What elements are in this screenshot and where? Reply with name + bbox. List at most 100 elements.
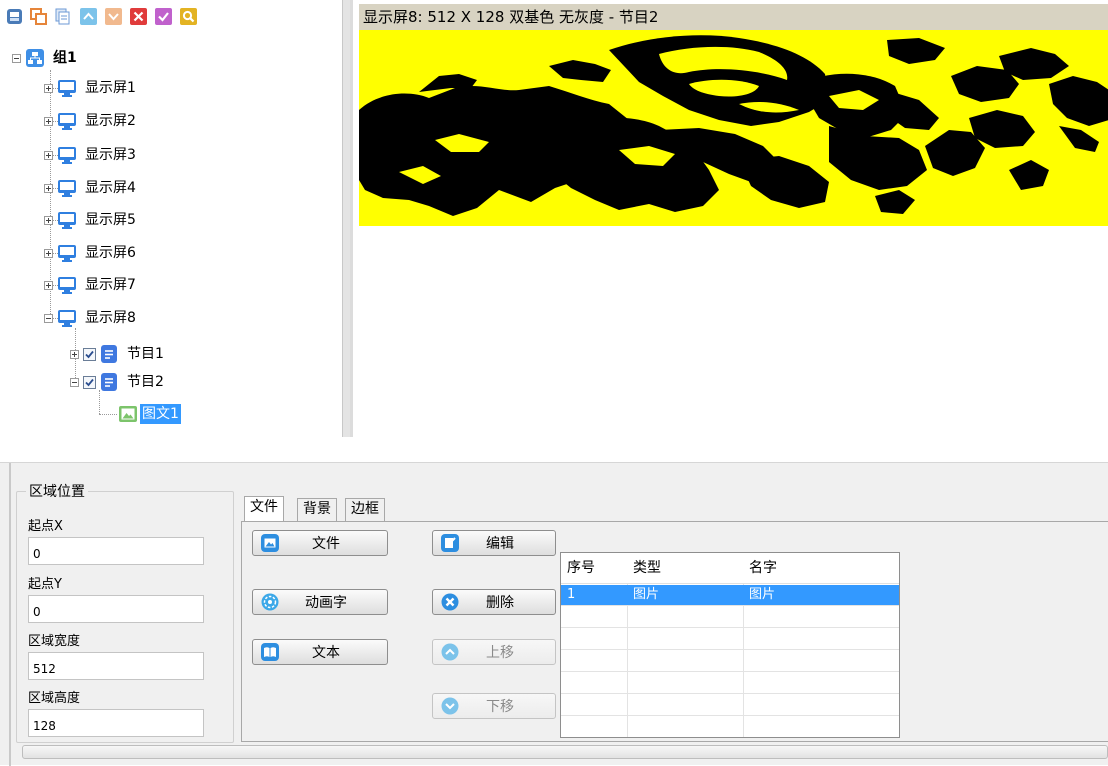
table-header: 序号 类型 名字 (561, 553, 899, 584)
screen-label: 显示屏3 (85, 147, 136, 163)
check-icon[interactable] (155, 8, 172, 25)
tree-node-screen-2[interactable]: 显示屏2 (44, 109, 138, 133)
move-up-button[interactable]: 上移 (432, 639, 556, 665)
cell-index: 1 (567, 587, 576, 602)
expand-icon[interactable] (44, 248, 53, 258)
expand-icon[interactable] (44, 280, 53, 290)
up-circle-icon (441, 643, 459, 661)
tree-node-screen-3[interactable]: 显示屏3 (44, 143, 138, 167)
area-label: 图文1 (140, 404, 181, 424)
preview-canvas[interactable] (359, 30, 1108, 226)
tree-node-screen-6[interactable]: 显示屏6 (44, 241, 138, 265)
header-type[interactable]: 类型 (627, 553, 661, 584)
image-text-icon (119, 406, 137, 422)
tree-node-screen-1[interactable]: 显示屏1 (44, 76, 138, 100)
expand-icon[interactable] (44, 215, 53, 225)
table-row[interactable]: 1 图片 图片 (561, 585, 899, 605)
edit-icon (441, 534, 459, 552)
checkbox-program-1[interactable] (83, 347, 96, 361)
program-icon[interactable] (6, 8, 23, 25)
screen-label: 显示屏6 (85, 245, 136, 261)
delete-button-label: 删除 (486, 595, 514, 611)
monitor-icon (58, 180, 76, 197)
region-position-title: 区域位置 (26, 481, 88, 501)
group-icon (26, 49, 44, 67)
tree-node-screen-7[interactable]: 显示屏7 (44, 273, 138, 297)
move-up-button-label: 上移 (486, 645, 514, 661)
start-x-label: 起点X (28, 519, 63, 534)
header-name[interactable]: 名字 (743, 553, 777, 584)
move-up-icon[interactable] (80, 8, 97, 25)
region-height-input[interactable] (28, 709, 204, 737)
edit-button[interactable]: 编辑 (432, 530, 556, 556)
file-button-label: 文件 (312, 536, 340, 552)
text-button[interactable]: 文本 (252, 639, 388, 665)
book-icon (261, 643, 279, 661)
program-doc-icon (101, 345, 117, 363)
tree-node-screen-4[interactable]: 显示屏4 (44, 176, 138, 200)
tree-node-area[interactable]: 图文1 (118, 402, 181, 426)
program-2-label: 节目2 (127, 374, 164, 390)
tabs-area: 文件 背景 边框 文件 动画字 文本 编辑 删除 上移 下移 序号 类型 名字 … (241, 496, 1108, 742)
cell-type: 图片 (633, 587, 660, 602)
region-height-label: 区域高度 (28, 691, 81, 706)
tree-toolbar (0, 0, 346, 34)
region-width-label: 区域宽度 (28, 634, 81, 649)
move-down-button[interactable]: 下移 (432, 693, 556, 719)
screen-label: 显示屏5 (85, 212, 136, 228)
tree-node-screen-5[interactable]: 显示屏5 (44, 208, 138, 232)
monitor-icon (58, 212, 76, 229)
tab-file[interactable]: 文件 (244, 496, 284, 521)
expand-icon[interactable] (44, 183, 53, 193)
tree-node-program-1[interactable]: 节目1 (70, 342, 166, 366)
animated-text-button[interactable]: 动画字 (252, 589, 388, 615)
collapse-icon[interactable] (12, 53, 21, 63)
tree-node-program-2[interactable]: 节目2 (70, 370, 166, 394)
header-index[interactable]: 序号 (561, 553, 595, 584)
screen-label: 显示屏4 (85, 180, 136, 196)
tree-scrollbar[interactable] (342, 0, 350, 437)
expand-icon[interactable] (44, 150, 53, 160)
file-button[interactable]: 文件 (252, 530, 388, 556)
monitor-icon (58, 245, 76, 262)
monitor-icon (58, 310, 76, 327)
spin-icon (261, 593, 279, 611)
cell-name: 图片 (749, 587, 776, 602)
collapse-icon[interactable] (44, 313, 53, 323)
text-button-label: 文本 (312, 645, 340, 661)
rose-image (359, 35, 1108, 216)
start-x-input[interactable] (28, 537, 204, 565)
tree-node-screen-8[interactable]: 显示屏8 (44, 306, 138, 330)
layers-icon[interactable] (30, 8, 47, 25)
tab-border[interactable]: 边框 (345, 498, 385, 522)
move-down-icon[interactable] (105, 8, 122, 25)
collapse-icon[interactable] (70, 377, 79, 387)
screen-label: 显示屏1 (85, 80, 136, 96)
expand-icon[interactable] (44, 116, 53, 126)
preview-panel: 显示屏8: 512 X 128 双基色 无灰度 - 节目2 (350, 0, 1108, 437)
search-icon[interactable] (180, 8, 197, 25)
program-doc-icon (101, 373, 117, 391)
copy-icon[interactable] (54, 8, 71, 25)
move-down-button-label: 下移 (486, 699, 514, 715)
checkbox-program-2[interactable] (83, 375, 96, 389)
monitor-icon (58, 147, 76, 164)
start-y-input[interactable] (28, 595, 204, 623)
expand-icon[interactable] (44, 83, 53, 93)
delete-button[interactable]: 删除 (432, 589, 556, 615)
tab-background[interactable]: 背景 (297, 498, 337, 522)
delete-icon[interactable] (130, 8, 147, 25)
preview-title: 显示屏8: 512 X 128 双基色 无灰度 - 节目2 (359, 4, 1108, 30)
expand-icon[interactable] (70, 349, 79, 359)
tab-page-file: 文件 动画字 文本 编辑 删除 上移 下移 序号 类型 名字 1 图片 图片 (241, 521, 1108, 742)
edit-button-label: 编辑 (486, 536, 514, 552)
monitor-icon (58, 80, 76, 97)
tree-node-group[interactable]: 组1 (12, 46, 79, 70)
tree-panel: 组1 显示屏1 显示屏2 显示屏3 显示屏4 显示屏5 显示屏6 显示屏7 显示屏8 节目1 … (0, 0, 346, 437)
region-width-input[interactable] (28, 652, 204, 680)
down-circle-icon (441, 697, 459, 715)
screen-label: 显示屏8 (85, 310, 136, 326)
file-list-table[interactable]: 序号 类型 名字 1 图片 图片 (560, 552, 900, 738)
delete-circle-icon (441, 593, 459, 611)
horizontal-scrollbar[interactable] (22, 745, 1108, 759)
